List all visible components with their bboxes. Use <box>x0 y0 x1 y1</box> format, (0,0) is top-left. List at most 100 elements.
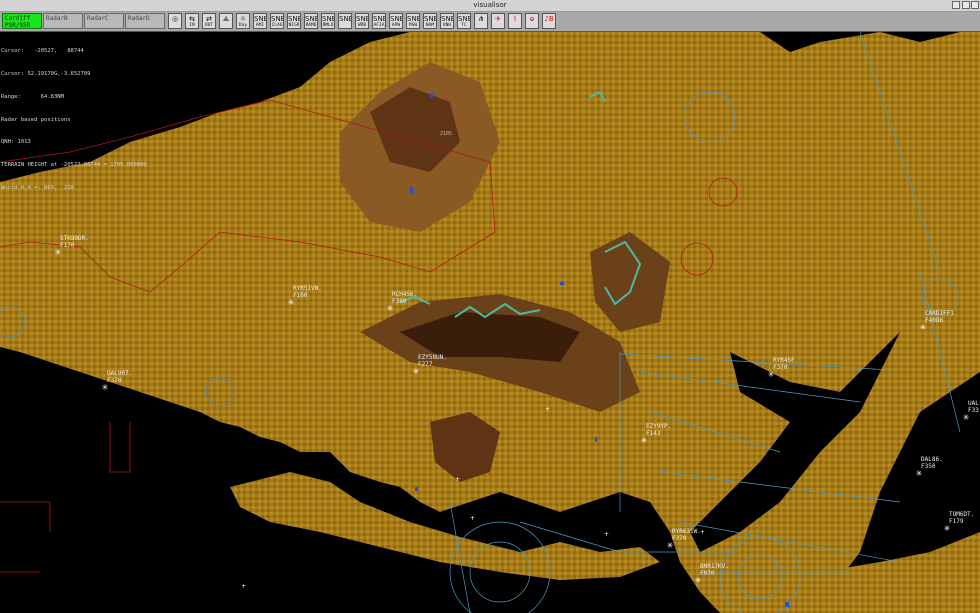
tool-label-9: RMLD <box>322 23 334 28</box>
tool-label-16: ONH <box>442 23 452 28</box>
tool-icon-13: SNET <box>390 15 402 23</box>
tool-button-14[interactable]: SNETMSW <box>406 13 420 29</box>
tool-label-13: APW <box>391 23 401 28</box>
aircraft-label[interactable]: TOM6DT. F179 <box>949 511 974 525</box>
aircraft-symbol-icon[interactable]: ✳ <box>915 470 923 478</box>
info-position-mode: Radar based positions <box>1 116 71 123</box>
tool-button-5[interactable]: SNETAMI <box>253 13 267 29</box>
aircraft-symbol-icon[interactable]: ✳ <box>412 368 420 376</box>
radar-tab-cardiff[interactable]: Cardiff PSR/SSR <box>2 13 42 29</box>
tool-button-20[interactable]: ⌇ <box>508 13 522 29</box>
tool-icon-17: SNET <box>458 15 470 23</box>
aircraft-symbol-icon[interactable]: ✳ <box>694 577 702 585</box>
tool-icon-20: ⌇ <box>513 15 517 23</box>
tool-icon-12: SNET <box>373 15 385 23</box>
aircraft-flight-level: F143 <box>646 429 661 437</box>
tool-button-12[interactable]: SNETAFIA <box>372 13 386 29</box>
tool-label-5: AMI <box>255 23 265 28</box>
toolbar: Cardiff PSR/SSR RadarB RadarC RadarD ◎ ⇆ I… <box>0 12 980 32</box>
aircraft-label[interactable]: EZY58UN. F277 <box>418 354 447 368</box>
close-button[interactable] <box>971 1 979 9</box>
aircraft-symbol-icon[interactable]: ✳ <box>919 324 927 332</box>
aircraft-symbol-icon[interactable]: ✳ <box>943 525 951 533</box>
aircraft-symbol-icon[interactable]: ✳ <box>54 249 62 257</box>
tool-icon-21: ⱺ <box>529 15 535 23</box>
window-titlebar: visualisor <box>0 0 980 12</box>
aircraft-symbol-icon[interactable]: ✳ <box>666 542 674 550</box>
radar-tab-d[interactable]: RadarD <box>125 13 165 29</box>
plot-marker-icon: + <box>470 515 476 522</box>
peak-elevation-label: 2105 <box>440 131 453 137</box>
radar-map[interactable] <box>0 32 980 613</box>
tool-label-14: MSW <box>408 23 418 28</box>
aircraft-symbol-icon[interactable]: ✳ <box>962 414 970 422</box>
radar-tab-b[interactable]: RadarB <box>43 13 83 29</box>
aircraft-symbol-icon[interactable]: ✳ <box>767 371 775 379</box>
aircraft-label[interactable]: RYR51VN. F160 <box>293 285 322 299</box>
tool-label-11: WRB <box>357 23 367 28</box>
tool-button-17[interactable]: SNETTC <box>457 13 471 29</box>
aircraft-symbol-icon[interactable]: ✳ <box>386 305 394 313</box>
maximize-button[interactable] <box>962 1 970 9</box>
tool-button-8[interactable]: SNETRAMD <box>304 13 318 29</box>
tool-label-17: TC <box>461 23 467 28</box>
info-world-origin: World 0,0 =: 869, 210 <box>1 184 74 191</box>
info-range: Range: 64.83NM <box>1 93 64 100</box>
cursor-info-panel: Cursor: -20527, 88744 Cursor: 52.19170G,… <box>1 33 147 200</box>
tool-button-2[interactable]: ⇄ OUT <box>202 13 216 29</box>
aircraft-label[interactable]: RCH456. F380 <box>392 291 417 305</box>
aircraft-label[interactable]: CARDIFF1 F4086 <box>925 310 954 324</box>
plot-marker-icon: + <box>604 531 610 538</box>
aircraft-symbol-icon[interactable]: ✳ <box>101 384 109 392</box>
tool-icon-1: ⇆ <box>189 15 195 23</box>
tool-icon-22: ♪B <box>544 15 554 23</box>
aircraft-symbol-icon[interactable]: ✳ <box>287 299 295 307</box>
tool-button-13[interactable]: SNETAPW <box>389 13 403 29</box>
aircraft-flight-level: F370 <box>773 363 788 371</box>
tool-button-15[interactable]: SNETNAM <box>423 13 437 29</box>
tool-icon-8: SNET <box>305 15 317 23</box>
tool-icon-9: SNET <box>322 15 334 23</box>
tool-button-3[interactable]: ⟁ <box>219 13 233 29</box>
aircraft-label[interactable]: UAL F33 <box>968 400 979 414</box>
tool-icon-18: ⋔ <box>478 15 484 23</box>
tool-button-19[interactable]: ✈ <box>491 13 505 29</box>
tool-icon-15: SNET <box>424 15 436 23</box>
tool-button-18[interactable]: ⋔ <box>474 13 488 29</box>
aircraft-label[interactable]: RYR45F. F370 <box>773 357 798 371</box>
aircraft-flight-level: F070 <box>700 569 715 577</box>
aircraft-label[interactable]: RYR631W. F370 <box>672 528 701 542</box>
tool-label-15: NAM <box>425 23 435 28</box>
info-cursor-xy: Cursor: -20527, 88744 <box>1 48 84 55</box>
aircraft-flight-level: F370 <box>672 534 687 542</box>
tool-button-16[interactable]: SNETONH <box>440 13 454 29</box>
tool-button-1[interactable]: ⇆ IN <box>185 13 199 29</box>
aircraft-symbol-icon[interactable]: ✳ <box>640 437 648 445</box>
tool-button-10[interactable]: SNET <box>338 13 352 29</box>
minimize-button[interactable] <box>952 1 960 9</box>
tool-button-7[interactable]: SNETNIGR <box>287 13 301 29</box>
tool-button-21[interactable]: ⱺ <box>525 13 539 29</box>
tool-button-0[interactable]: ◎ <box>168 13 182 29</box>
tool-label-7: NIGR <box>288 23 300 28</box>
radar-tab-c[interactable]: RadarC <box>84 13 124 29</box>
aircraft-flight-level: F170 <box>60 241 75 249</box>
tool-icon-3: ⟁ <box>222 15 230 23</box>
tool-label-12: AFIA <box>373 23 385 28</box>
info-cursor-latlon: Cursor: 52.19170G,-3.652709 <box>1 70 91 77</box>
aircraft-label[interactable]: EZY9YP. F143 <box>646 423 671 437</box>
aircraft-label[interactable]: STK80DR. F170 <box>60 235 89 249</box>
aircraft-flight-level: F350 <box>921 462 936 470</box>
tool-button-22[interactable]: ♪B <box>542 13 556 29</box>
aircraft-label[interactable]: BMR17KV. F070 <box>700 563 729 577</box>
tool-button-6[interactable]: SNETCLAU <box>270 13 284 29</box>
aircraft-label[interactable]: DAL86. F350 <box>921 456 943 470</box>
tool-icon-0: ◎ <box>171 15 179 23</box>
tool-icon-11: SNET <box>356 15 368 23</box>
tool-button-4[interactable]: ☼ Day <box>236 13 250 29</box>
info-qnh: QNH: 1013 <box>1 139 31 146</box>
aircraft-flight-level: F277 <box>418 360 433 368</box>
tool-button-9[interactable]: SNETRMLD <box>321 13 335 29</box>
tool-button-11[interactable]: SNETWRB <box>355 13 369 29</box>
aircraft-label[interactable]: UAL907. F370 <box>107 370 132 384</box>
